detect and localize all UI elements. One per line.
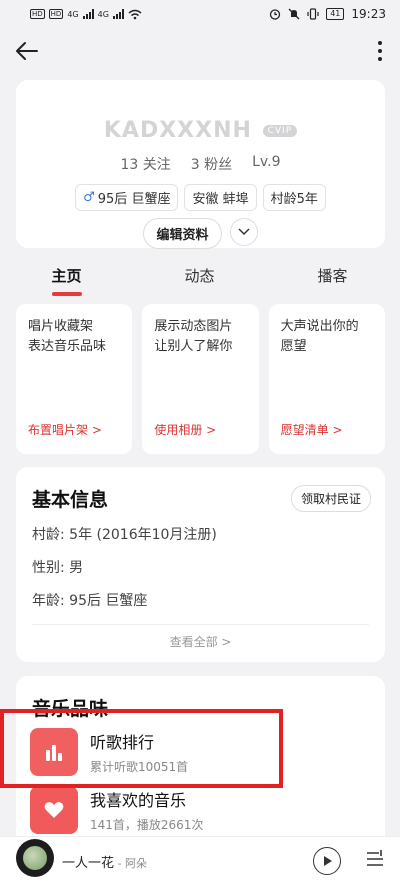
card-description: 大声说出你的 愿望 xyxy=(280,319,359,354)
more-dot xyxy=(378,57,382,61)
more-dot xyxy=(378,49,382,53)
feature-cards: 唱片收藏架 表达音乐品味 布置唱片架 > 展示动态图片 让别人了解你 使用相册 … xyxy=(16,304,385,454)
now-playing[interactable]: 一人一花 - 阿朵 xyxy=(62,852,147,871)
liked-music-subtitle: 141首，播放2661次 xyxy=(90,818,204,832)
edit-row: 编辑资料 xyxy=(16,218,385,249)
divider xyxy=(32,624,369,625)
mini-player[interactable]: 一人一花 - 阿朵 xyxy=(0,836,400,888)
age-row: 年龄: 95后 巨蟹座 xyxy=(32,593,148,609)
highlight-box xyxy=(0,709,283,788)
album-cover xyxy=(23,846,47,870)
village-age-row: 村龄: 5年 (2016年10月注册) xyxy=(32,527,217,543)
play-icon xyxy=(324,856,332,866)
villager-id-button[interactable]: 领取村民证 xyxy=(290,485,371,512)
heart-icon xyxy=(30,786,78,834)
age-sign-label: 95后 巨蟹座 xyxy=(97,192,171,207)
back-button[interactable] xyxy=(12,36,42,66)
status-bar: HD HD 4G 4G 41 19:23 xyxy=(0,0,400,28)
status-right: 41 19:23 xyxy=(269,7,386,21)
basic-info-title: 基本信息 xyxy=(32,489,109,511)
arrow-left-icon xyxy=(16,42,38,60)
signal-icon xyxy=(82,9,94,19)
tab-activity[interactable]: 动态 xyxy=(133,262,266,298)
song-title: 一人一花 xyxy=(62,856,115,871)
vip-badge[interactable]: CVIP xyxy=(262,125,298,137)
album-disc[interactable] xyxy=(16,839,54,877)
wishlist-link[interactable]: 愿望清单 > xyxy=(281,421,343,438)
fans-count[interactable]: 3 粉丝 xyxy=(191,154,232,174)
clock: 19:23 xyxy=(351,7,386,21)
status-left: HD HD 4G 4G xyxy=(30,9,142,20)
level-badge[interactable]: Lv.9 xyxy=(252,154,280,174)
more-options-button[interactable] xyxy=(374,38,386,64)
record-shelf-link[interactable]: 布置唱片架 > xyxy=(28,421,102,438)
playlist-button[interactable] xyxy=(363,848,385,872)
liked-music-item[interactable]: 我喜欢的音乐 141首，播放2661次 xyxy=(30,786,203,834)
profile-card: KADXXXNH CVIP 13 关注 3 粉丝 Lv.9 ♂ 95后 巨蟹座 … xyxy=(16,80,385,249)
album-card[interactable]: 展示动态图片 让别人了解你 使用相册 > xyxy=(142,304,259,454)
top-bar xyxy=(0,28,400,76)
edit-profile-button[interactable]: 编辑资料 xyxy=(143,218,222,249)
follows-count[interactable]: 13 关注 xyxy=(121,154,171,174)
profile-tabs: 主页 动态 播客 xyxy=(0,262,400,298)
play-button[interactable] xyxy=(313,847,341,875)
chevron-down-icon xyxy=(237,228,250,236)
artist-name: - 阿朵 xyxy=(114,857,147,870)
playlist-icon xyxy=(367,850,383,866)
signal-icon-2 xyxy=(112,9,124,19)
mute-icon xyxy=(288,8,300,20)
hd-badge-1: HD xyxy=(30,9,45,19)
vibrate-icon xyxy=(307,8,319,20)
battery-indicator: 41 xyxy=(326,8,345,20)
network-type-2: 4G xyxy=(97,9,109,19)
hd-badge-2: HD xyxy=(48,9,64,19)
view-all-link[interactable]: 查看全部 > xyxy=(16,633,385,650)
gender-row: 性别: 男 xyxy=(32,560,84,576)
wishlist-card[interactable]: 大声说出你的 愿望 愿望清单 > xyxy=(268,304,385,454)
username: KADXXXNH xyxy=(103,118,252,143)
tab-podcast[interactable]: 播客 xyxy=(266,262,399,298)
male-icon: ♂ xyxy=(83,190,95,205)
village-age-chip: 村龄5年 xyxy=(262,184,326,211)
card-description: 展示动态图片 让别人了解你 xyxy=(154,319,233,354)
album-link[interactable]: 使用相册 > xyxy=(154,421,216,438)
basic-info-card: 基本信息 领取村民证 村龄: 5年 (2016年10月注册) 性别: 男 年龄:… xyxy=(16,467,385,662)
record-shelf-card[interactable]: 唱片收藏架 表达音乐品味 布置唱片架 > xyxy=(16,304,133,454)
more-dot xyxy=(378,41,382,45)
age-chip: ♂ 95后 巨蟹座 xyxy=(75,184,179,211)
tab-home[interactable]: 主页 xyxy=(0,262,133,298)
liked-music-title: 我喜欢的音乐 xyxy=(90,791,187,810)
profile-chips: ♂ 95后 巨蟹座 安徽 蚌埠 村龄5年 xyxy=(16,184,385,211)
alarm-icon xyxy=(270,9,281,20)
wifi-icon xyxy=(128,9,142,19)
profile-username-row: KADXXXNH CVIP xyxy=(16,118,385,143)
location-chip: 安徽 蚌埠 xyxy=(184,184,257,211)
profile-stats: 13 关注 3 粉丝 Lv.9 xyxy=(16,154,385,174)
expand-button[interactable] xyxy=(229,218,258,246)
network-type-1: 4G xyxy=(67,9,79,19)
card-description: 唱片收藏架 表达音乐品味 xyxy=(28,319,107,354)
